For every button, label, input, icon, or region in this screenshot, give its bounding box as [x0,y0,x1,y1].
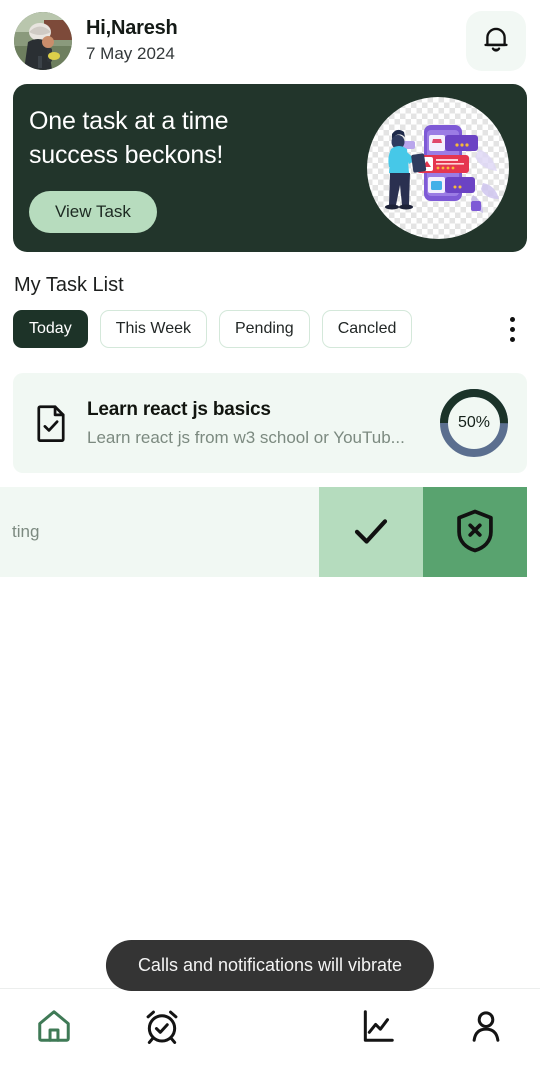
filter-chip-cancled[interactable]: Cancled [321,310,413,348]
greeting-block: Hi,Naresh 7 May 2024 [86,16,178,66]
nav-stats[interactable] [324,989,432,1066]
bell-icon [481,24,511,59]
task-progress-label: 50% [457,414,491,431]
promo-banner: One task at a time success beckons! View… [13,84,527,252]
filter-chip-pending[interactable]: Pending [218,310,310,348]
filter-chip-today[interactable]: Today [13,310,88,348]
nav-home[interactable] [0,989,108,1066]
banner-text-block: One task at a time success beckons! View… [13,104,313,233]
avatar[interactable] [14,12,72,70]
system-toast: Calls and notifications will vibrate [105,940,435,991]
task-title: Learn react js basics [87,398,271,420]
date-text: 7 May 2024 [86,44,175,64]
nav-profile[interactable] [432,989,540,1066]
avatar-photo [14,12,72,70]
task-card[interactable]: Learn react js basics Learn react js fro… [13,373,527,473]
document-check-icon [31,404,71,442]
filter-chip-this-week[interactable]: This Week [99,310,207,348]
complete-task-action[interactable] [319,487,423,577]
bottom-navigation [0,988,540,1066]
nav-alarm[interactable] [108,989,216,1066]
banner-title-line2: success beckons! [29,141,224,169]
swiped-task-row: ting [0,487,527,577]
swiped-task-content[interactable]: ting [0,487,319,577]
swiped-task-text: ting [12,522,40,541]
alarm-check-icon [143,1007,181,1048]
task-list-title: My Task List [14,274,124,296]
task-body: Learn react js basics Learn react js fro… [87,399,429,448]
task-progress-ring: 50% [437,386,511,460]
greeting-text: Hi,Naresh [86,17,178,40]
dot [509,316,515,322]
filter-row: Today This Week Pending Cancled [13,309,540,349]
header: Hi,Naresh 7 May 2024 [0,0,540,80]
cancel-task-action[interactable] [423,487,527,577]
task-description: Learn react js from w3 school or YouTub.… [87,427,405,447]
banner-illustration [367,97,509,239]
more-vertical-icon[interactable] [497,309,527,349]
banner-title-line1: One task at a time [29,106,229,135]
view-task-button[interactable]: View Task [29,190,157,233]
dot [509,326,515,332]
chart-line-icon [359,1007,397,1048]
app-screen: Hi,Naresh 7 May 2024 One task at a time … [0,0,540,1066]
shield-x-icon [453,508,497,557]
dot [509,336,515,342]
check-icon [350,510,392,555]
home-icon [35,1007,73,1048]
notification-button[interactable] [466,11,526,71]
person-icon [467,1007,505,1048]
